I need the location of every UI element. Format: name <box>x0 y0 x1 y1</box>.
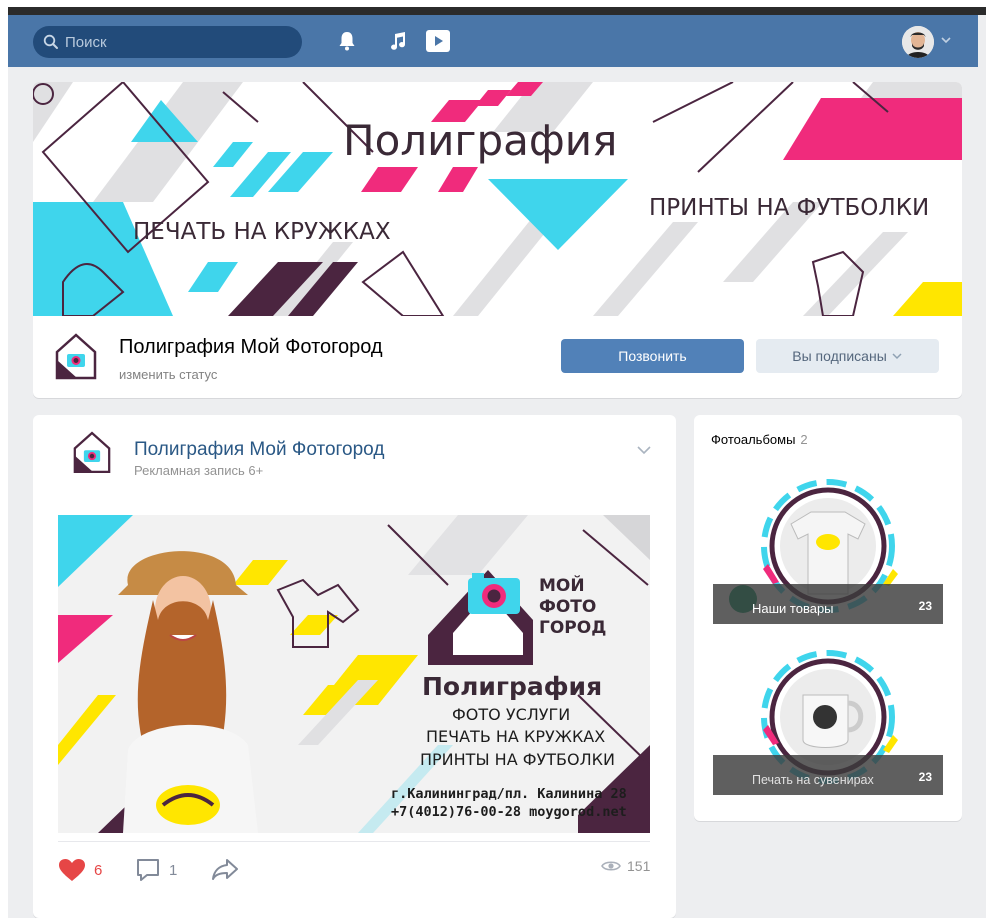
album-count: 23 <box>918 599 932 613</box>
album-item[interactable]: Наши товары 23 <box>713 474 943 624</box>
group-name: Полиграфия Мой Фотогород <box>119 336 383 358</box>
avatar[interactable] <box>902 26 934 58</box>
ad-phone: +7(4012)76-00-28 moygorod.net <box>391 804 627 820</box>
call-button[interactable]: Позвонить <box>561 339 744 373</box>
search-icon <box>43 34 58 49</box>
like-count: 6 <box>94 861 103 879</box>
ad-brand: МОЙ ФОТО ГОРОД <box>539 576 606 639</box>
album-name: Наши товары <box>752 601 834 616</box>
comment-count: 1 <box>169 861 178 879</box>
video-icon[interactable] <box>425 28 451 54</box>
albums-title: Фотоальбомы <box>711 432 796 447</box>
eye-icon <box>601 861 621 871</box>
group-logo[interactable] <box>55 332 97 380</box>
subscribed-button[interactable]: Вы подписаны <box>756 339 939 373</box>
album-name: Печать на сувенирах <box>752 773 874 787</box>
ad-address: г.Калининград/пл. Калинина 28 <box>391 786 627 802</box>
edit-status-link[interactable]: изменить статус <box>119 367 217 382</box>
ad-brand-line: ФОТО <box>539 597 597 617</box>
views-count: 151 <box>627 858 651 874</box>
ad-brand-line: ГОРОД <box>539 618 607 638</box>
comment-icon <box>137 859 159 881</box>
comment-button[interactable]: 1 <box>135 858 177 882</box>
post-author-avatar[interactable] <box>73 430 111 474</box>
divider <box>58 841 650 842</box>
albums-heading[interactable]: Фотоальбомы 2 <box>711 432 808 447</box>
chevron-down-icon[interactable] <box>636 445 652 455</box>
chevron-down-icon <box>892 353 902 360</box>
search-input[interactable]: Поиск <box>33 26 302 58</box>
share-icon <box>212 859 238 880</box>
ad-brand-line: МОЙ <box>539 576 585 596</box>
like-button[interactable]: 6 <box>58 858 102 882</box>
share-button[interactable] <box>211 858 239 880</box>
album-item[interactable]: Печать на сувенирах 23 <box>713 645 943 795</box>
top-header: Поиск <box>8 15 978 67</box>
cover-title: Полиграфия <box>343 116 618 165</box>
cover-right-caption: ПРИНТЫ НА ФУТБОЛКИ <box>649 195 930 221</box>
ad-service-line: ПРИНТЫ НА ФУТБОЛКИ <box>420 750 615 769</box>
subscribed-label: Вы подписаны <box>792 348 887 364</box>
post-author-link[interactable]: Полиграфия Мой Фотогород <box>134 439 384 461</box>
ad-service-line: ПЕЧАТЬ НА КРУЖКАХ <box>426 727 606 746</box>
window-top-strip <box>8 7 986 15</box>
cover-left-caption: ПЕЧАТЬ НА КРУЖКАХ <box>133 219 391 245</box>
views-counter: 151 <box>601 858 650 874</box>
bell-icon[interactable] <box>338 31 356 51</box>
group-cover-card: Полиграфия ПЕЧАТЬ НА КРУЖКАХ ПРИНТЫ НА Ф… <box>33 82 962 398</box>
ad-headline: Полиграфия <box>422 672 603 701</box>
post-card: Полиграфия Мой Фотогород Рекламная запис… <box>33 415 676 918</box>
post-ad-label: Рекламная запись 6+ <box>134 463 264 478</box>
search-placeholder: Поиск <box>65 33 107 51</box>
page-frame: Поиск Полиграфия ПЕЧАТЬ НА КРУЖКАХ ПРИНТ… <box>8 15 986 918</box>
post-ad-image[interactable]: МОЙ ФОТО ГОРОД Полиграфия ФОТО УСЛУГИ ПЕ… <box>58 515 650 833</box>
photo-albums-block: Фотоальбомы 2 Наши товары 23 Печать на с… <box>694 415 962 821</box>
chevron-down-icon[interactable] <box>941 36 951 44</box>
ad-service-line: ФОТО УСЛУГИ <box>452 705 571 724</box>
album-count: 23 <box>918 770 932 784</box>
cover-image: Полиграфия ПЕЧАТЬ НА КРУЖКАХ ПРИНТЫ НА Ф… <box>33 82 962 316</box>
albums-count: 2 <box>800 432 808 447</box>
heart-icon <box>59 859 85 881</box>
music-icon[interactable] <box>388 31 408 51</box>
